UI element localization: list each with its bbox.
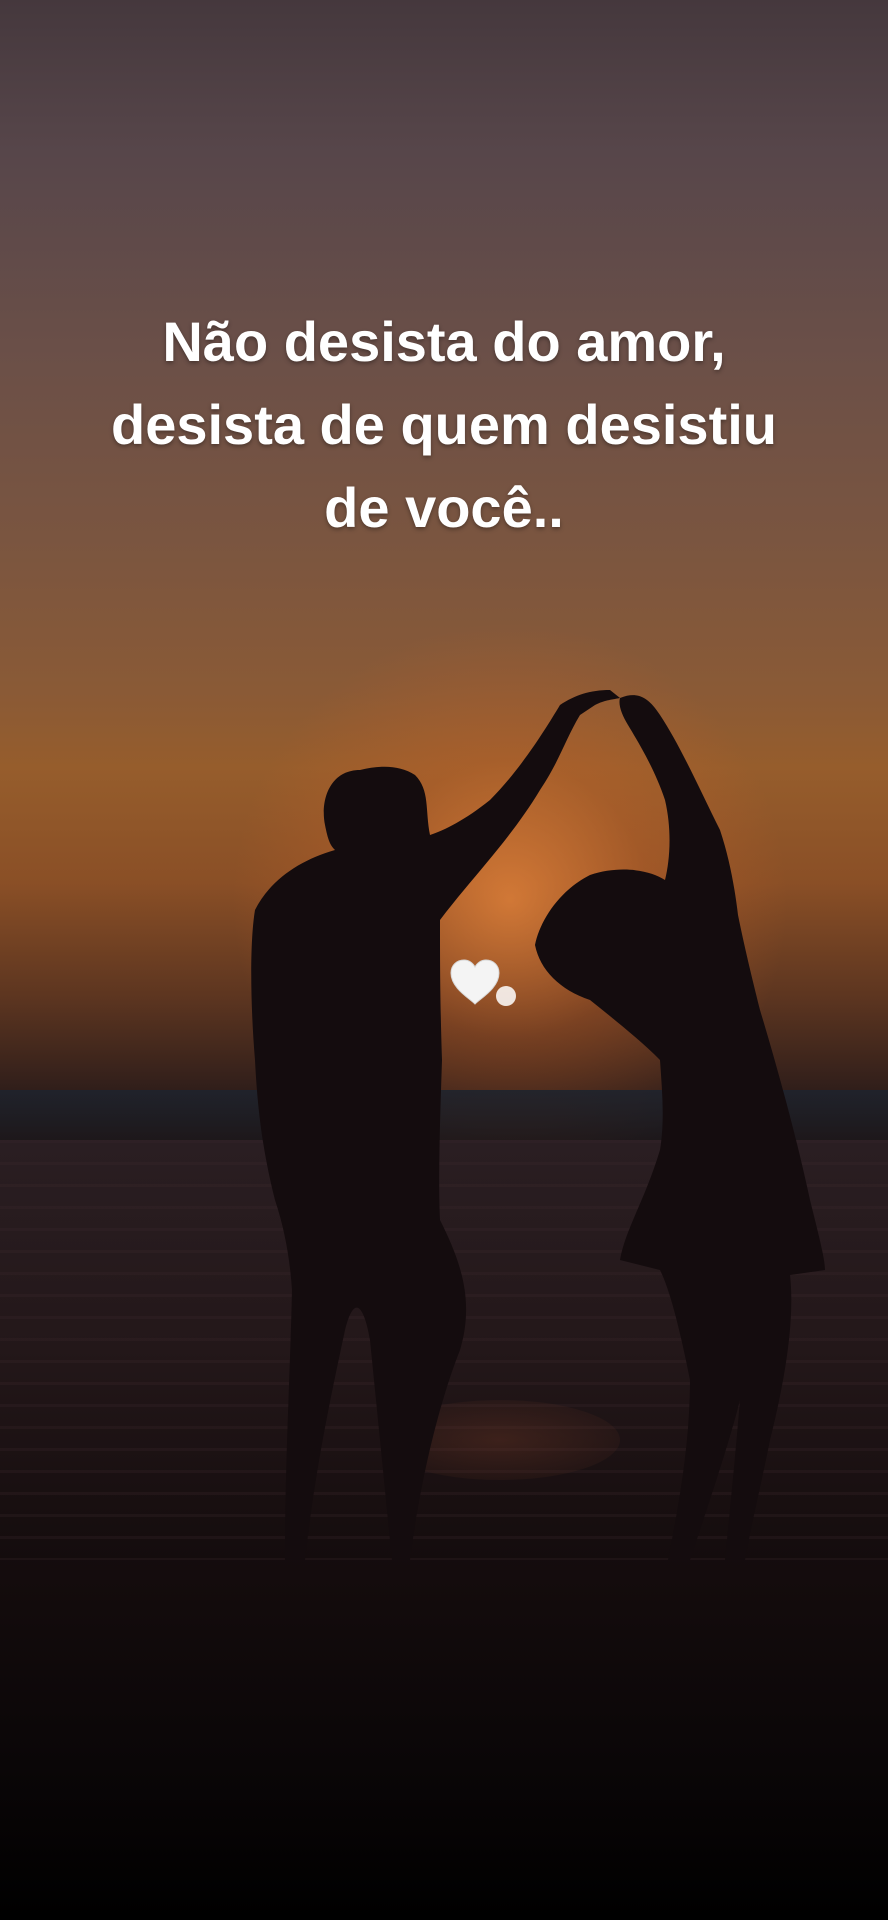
couple-silhouette (251, 690, 825, 1560)
quote-text: Não desista do amor, desista de quem des… (0, 300, 888, 549)
man-silhouette (251, 690, 620, 1560)
quote-line-2: desista de quem desistiu (111, 393, 777, 456)
quote-line-1: Não desista do amor, (162, 310, 726, 373)
white-heart-icon (450, 959, 500, 1005)
woman-silhouette (535, 695, 825, 1560)
quote-line-3: de você.. (324, 476, 564, 539)
story-screen: Não desista do amor, desista de quem des… (0, 0, 888, 1920)
glow-dot (496, 986, 516, 1006)
